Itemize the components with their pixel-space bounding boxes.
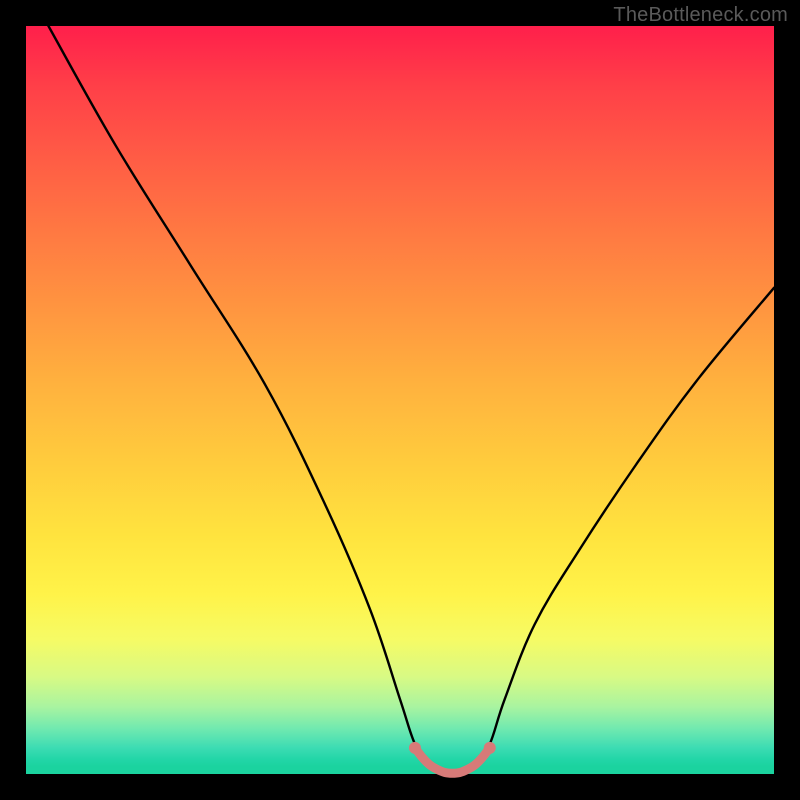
bottleneck-curve-left: [48, 26, 459, 775]
watermark-text: TheBottleneck.com: [613, 4, 788, 27]
valley-dot-left: [409, 742, 421, 754]
curve-layer: [26, 26, 774, 774]
bottleneck-curve-right: [460, 288, 774, 774]
plot-area: [26, 26, 774, 774]
valley-dot-right: [484, 742, 496, 754]
chart-frame: TheBottleneck.com: [0, 0, 800, 800]
valley-fill-path: [415, 748, 490, 773]
